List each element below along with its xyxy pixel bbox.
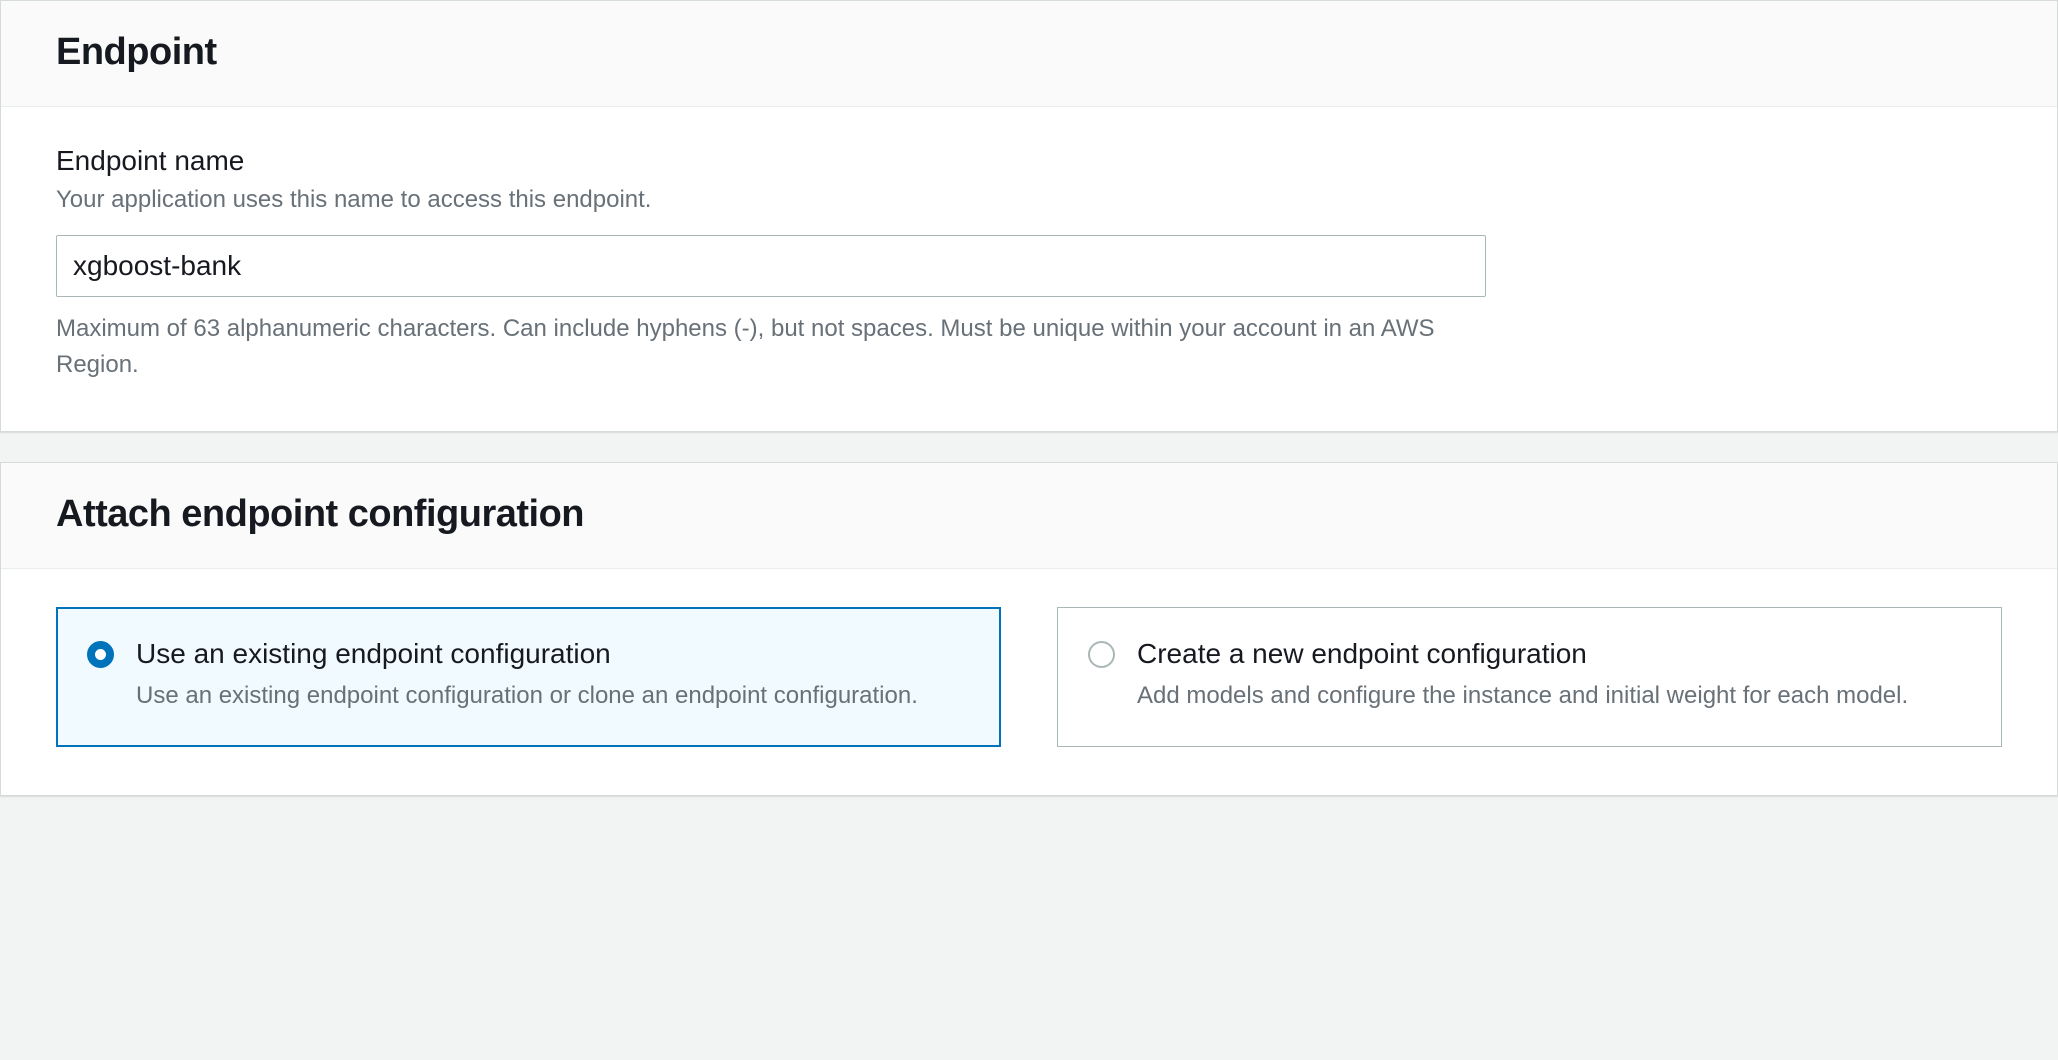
- attach-config-panel-header: Attach endpoint configuration: [1, 463, 2057, 569]
- endpoint-panel-body: Endpoint name Your application uses this…: [1, 107, 2057, 431]
- endpoint-name-label: Endpoint name: [56, 145, 2002, 177]
- option-new-tile[interactable]: Create a new endpoint configuration Add …: [1057, 607, 2002, 747]
- attach-config-panel-title: Attach endpoint configuration: [56, 493, 2002, 536]
- option-new-description: Add models and configure the instance an…: [1137, 678, 1971, 714]
- attach-config-panel: Attach endpoint configuration Use an exi…: [0, 462, 2058, 796]
- endpoint-name-hint: Your application uses this name to acces…: [56, 183, 2002, 217]
- radio-unselected-icon: [1088, 641, 1115, 668]
- attach-config-panel-body: Use an existing endpoint configuration U…: [1, 569, 2057, 795]
- option-existing-description: Use an existing endpoint configuration o…: [136, 678, 970, 714]
- radio-selected-icon: [87, 641, 114, 668]
- option-existing-title: Use an existing endpoint configuration: [136, 636, 970, 672]
- endpoint-name-input[interactable]: [56, 235, 1486, 297]
- option-new-title: Create a new endpoint configuration: [1137, 636, 1971, 672]
- option-new-content: Create a new endpoint configuration Add …: [1137, 636, 1971, 714]
- option-existing-tile[interactable]: Use an existing endpoint configuration U…: [56, 607, 1001, 747]
- endpoint-panel: Endpoint Endpoint name Your application …: [0, 0, 2058, 432]
- option-existing-content: Use an existing endpoint configuration U…: [136, 636, 970, 714]
- endpoint-panel-header: Endpoint: [1, 1, 2057, 107]
- endpoint-panel-title: Endpoint: [56, 31, 2002, 74]
- endpoint-name-constraint: Maximum of 63 alphanumeric characters. C…: [56, 311, 1486, 383]
- config-option-tiles: Use an existing endpoint configuration U…: [56, 607, 2002, 747]
